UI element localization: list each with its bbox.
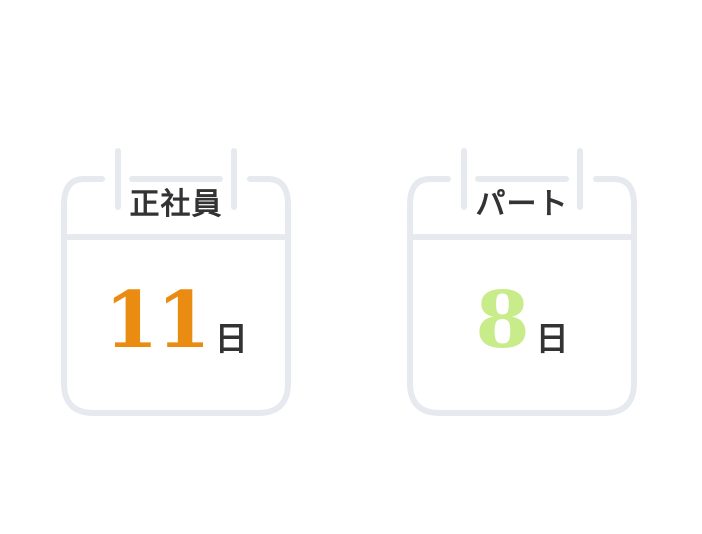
- calendar-unit: 日: [535, 319, 569, 358]
- calendar-number: 11: [104, 275, 211, 366]
- calendar-value-row: 8 日: [406, 273, 638, 363]
- page: 正社員 11 日 パート 8 日: [0, 0, 702, 534]
- calendar-unit: 日: [214, 319, 248, 358]
- calendar-value-row: 11 日: [60, 273, 292, 363]
- calendar-fulltime: 正社員 11 日: [60, 145, 292, 420]
- calendar-label: パート: [475, 187, 569, 222]
- calendar-parttime: パート 8 日: [406, 145, 638, 420]
- calendar-number: 8: [475, 275, 530, 366]
- calendar-label: 正社員: [129, 187, 223, 222]
